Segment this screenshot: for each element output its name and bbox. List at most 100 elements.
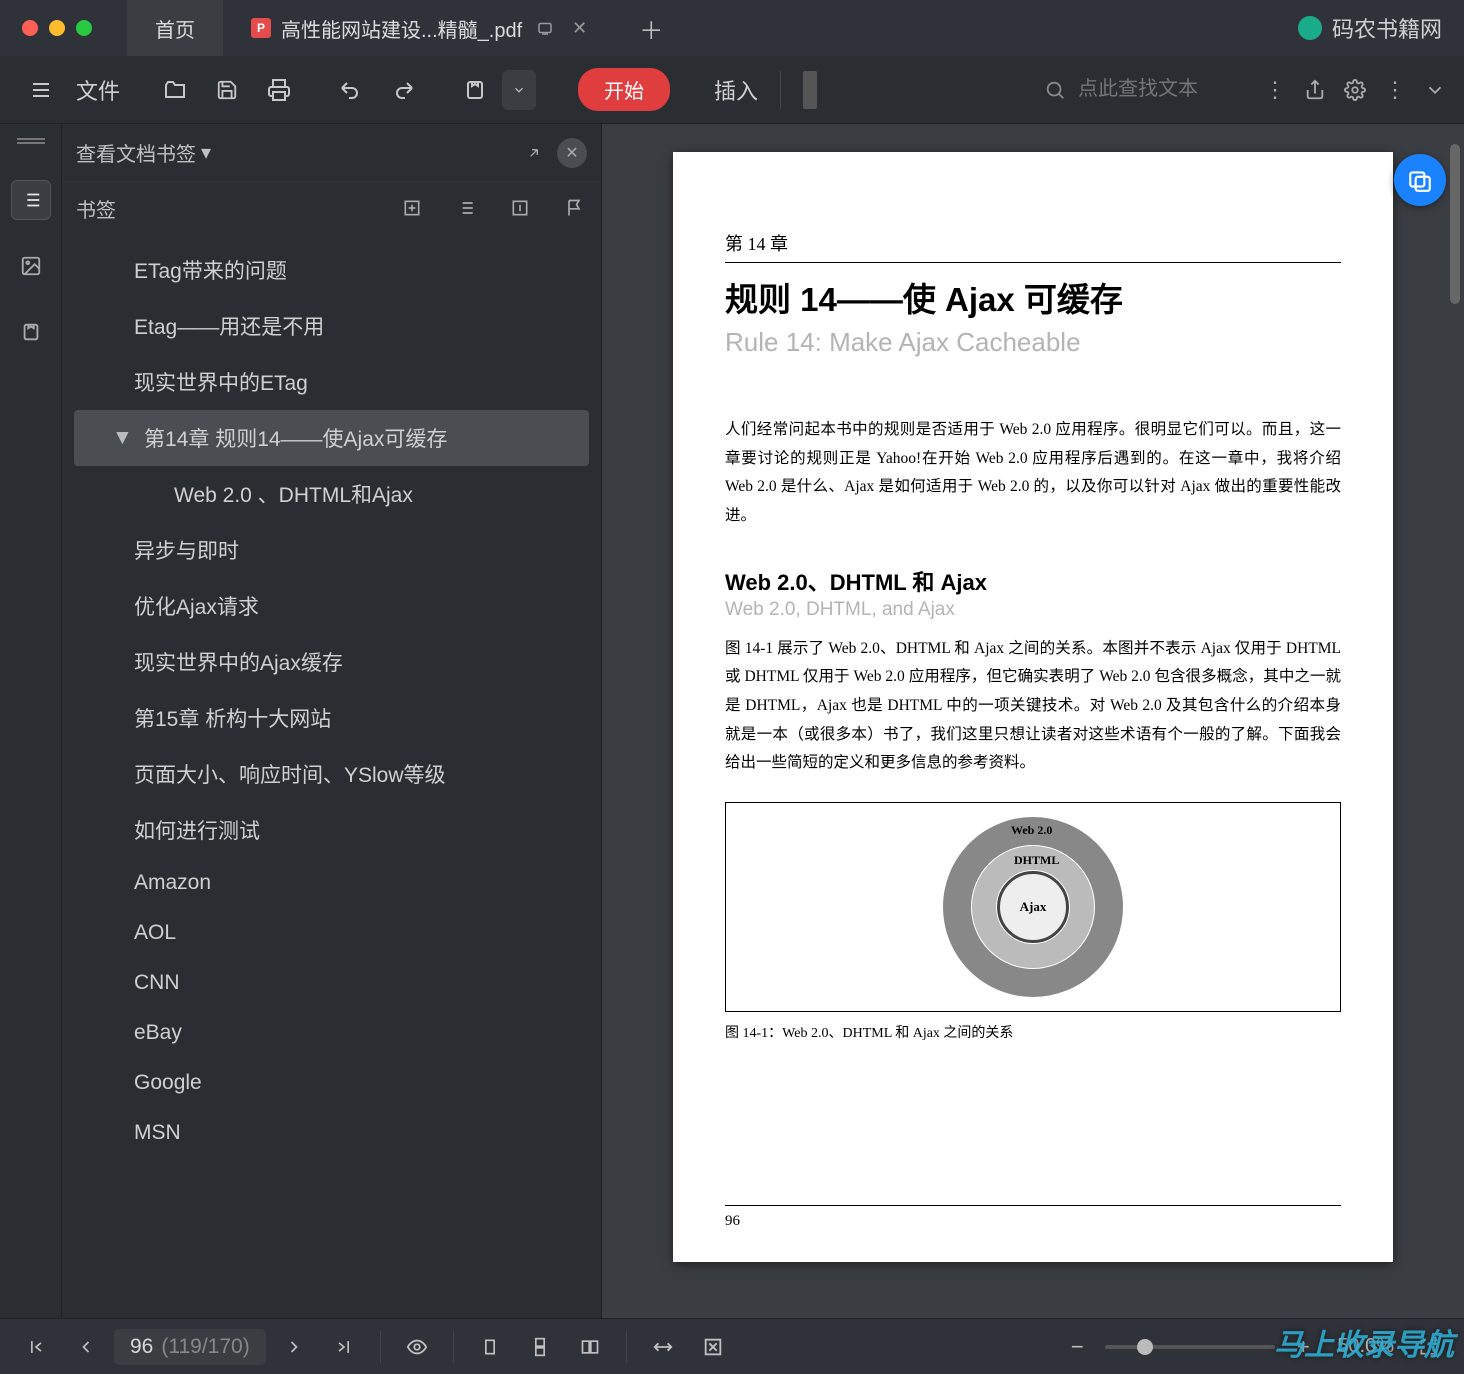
- bookmark-item[interactable]: 第15章 析构十大网站: [74, 690, 589, 746]
- vertical-scrollbar[interactable]: [1448, 124, 1462, 1318]
- panel-popout-button[interactable]: [519, 138, 549, 168]
- detach-tab-icon[interactable]: [536, 19, 554, 37]
- insert-menu[interactable]: 插入: [708, 74, 764, 106]
- chevron-down-icon: ▾: [201, 140, 211, 165]
- bookmark-panel: 查看文档书签 ▾ ✕ 书签 ETag带来的问题 Etag——用还是不用现实世界中的…: [62, 124, 602, 1318]
- zoom-label: 50.0%: [1337, 1335, 1394, 1358]
- start-button[interactable]: 开始: [578, 68, 670, 111]
- redo-button[interactable]: [380, 67, 426, 113]
- status-right: − + 50.0%: [1055, 1327, 1450, 1367]
- bookmark-item[interactable]: eBay: [74, 1008, 589, 1058]
- bookmark-label: ETag带来的问题: [134, 255, 287, 285]
- scrollbar-thumb[interactable]: [1450, 144, 1460, 304]
- minimize-window-button[interactable]: [49, 20, 65, 36]
- bookmark-item[interactable]: MSN: [74, 1108, 589, 1158]
- bookmark-label: AOL: [134, 921, 176, 945]
- bookmark-item[interactable]: 现实世界中的Ajax缓存: [74, 634, 589, 690]
- settings-icon[interactable]: [1344, 79, 1366, 101]
- last-page-button[interactable]: [322, 1327, 366, 1367]
- bookmark-item[interactable]: Amazon: [74, 858, 589, 908]
- bookmark-item[interactable]: AOL: [74, 908, 589, 958]
- search-icon[interactable]: [1044, 79, 1066, 101]
- brand[interactable]: 码农书籍网: [1298, 12, 1442, 44]
- maximize-window-button[interactable]: [76, 20, 92, 36]
- layout-single-button[interactable]: [468, 1327, 512, 1367]
- panel-close-button[interactable]: ✕: [557, 138, 587, 168]
- bookmark-item[interactable]: ETag带来的问题: [74, 242, 589, 298]
- save-button[interactable]: [204, 67, 250, 113]
- bookmark-item[interactable]: 优化Ajax请求: [74, 578, 589, 634]
- bookmark-item[interactable]: 异步与即时: [74, 522, 589, 578]
- bookmark-add-icon[interactable]: [399, 195, 425, 221]
- document-view[interactable]: 第 14 章 规则 14——使 Ajax 可缓存 Rule 14: Make A…: [602, 124, 1464, 1318]
- bookmark-expand-icon[interactable]: [453, 195, 479, 221]
- zoom-slider-knob[interactable]: [1137, 1339, 1153, 1355]
- tab-document-label: 高性能网站建设...精髓_.pdf: [281, 14, 522, 43]
- tab-document[interactable]: P 高性能网站建设...精髓_.pdf ✕: [223, 0, 615, 56]
- titlebar: 首页 P 高性能网站建设...精髓_.pdf ✕ ＋ 码农书籍网: [0, 0, 1464, 56]
- fit-page-button[interactable]: [691, 1327, 735, 1367]
- bookmark-item[interactable]: CNN: [74, 958, 589, 1008]
- bookmark-list[interactable]: ETag带来的问题 Etag——用还是不用现实世界中的ETag▼第14章 规则14…: [62, 234, 601, 1318]
- bookmark-item[interactable]: ▼第14章 规则14——使Ajax可缓存: [74, 410, 589, 466]
- bookmark-label: 第15章 析构十大网站: [134, 703, 331, 733]
- read-mode-button[interactable]: [395, 1327, 439, 1367]
- toolbar: 文件 开始 插入 ⋮ ⋮: [0, 56, 1464, 124]
- page-input[interactable]: 96 (119/170): [114, 1329, 266, 1365]
- layout-continuous-button[interactable]: [518, 1327, 562, 1367]
- search-area: [1044, 78, 1238, 101]
- bookmark-label: 如何进行测试: [134, 815, 260, 845]
- share-icon[interactable]: [1304, 79, 1326, 101]
- bookmark-item[interactable]: Google: [74, 1058, 589, 1108]
- bookmark-item[interactable]: 现实世界中的ETag: [74, 354, 589, 410]
- zoom-in-button[interactable]: +: [1281, 1327, 1325, 1367]
- main: 查看文档书签 ▾ ✕ 书签 ETag带来的问题 Etag——用还是不用现实世界中的…: [0, 124, 1464, 1318]
- bookmark-item[interactable]: 如何进行测试: [74, 802, 589, 858]
- collapse-toolbar-icon[interactable]: [1424, 79, 1446, 101]
- search-input[interactable]: [1078, 78, 1238, 101]
- more-icon[interactable]: ⋮: [1264, 77, 1286, 103]
- new-tab-button[interactable]: ＋: [615, 0, 687, 56]
- zoom-slider[interactable]: [1105, 1345, 1275, 1349]
- layout-facing-button[interactable]: [568, 1327, 612, 1367]
- panel-tab-bookmarks[interactable]: 书签: [76, 194, 116, 223]
- close-window-button[interactable]: [22, 20, 38, 36]
- page-indicator-icon[interactable]: [803, 71, 817, 109]
- tool-button[interactable]: [452, 67, 498, 113]
- file-menu[interactable]: 文件: [70, 74, 126, 106]
- brand-badge-icon: [1298, 16, 1322, 40]
- window-controls: [22, 20, 92, 36]
- rail-grip[interactable]: [17, 138, 45, 144]
- fit-width-button[interactable]: [641, 1327, 685, 1367]
- page-number: 96: [725, 1213, 740, 1230]
- next-page-button[interactable]: [272, 1327, 316, 1367]
- tool-dropdown[interactable]: [502, 70, 536, 110]
- page-total: (119/170): [161, 1335, 249, 1359]
- undo-button[interactable]: [328, 67, 374, 113]
- close-tab-button[interactable]: ✕: [572, 18, 587, 39]
- prev-page-button[interactable]: [64, 1327, 108, 1367]
- menu-button[interactable]: [18, 67, 64, 113]
- bookmark-label: 页面大小、响应时间、YSlow等级: [134, 759, 446, 789]
- fullscreen-button[interactable]: [1406, 1327, 1450, 1367]
- bookmark-item[interactable]: 页面大小、响应时间、YSlow等级: [74, 746, 589, 802]
- rail-attachments[interactable]: [11, 312, 51, 352]
- panel-subheader: 书签: [62, 182, 601, 234]
- floating-action-button[interactable]: [1394, 154, 1446, 206]
- bookmark-flag-icon[interactable]: [561, 195, 587, 221]
- zoom-out-button[interactable]: −: [1055, 1327, 1099, 1367]
- first-page-button[interactable]: [14, 1327, 58, 1367]
- caret-down-icon[interactable]: ▼: [112, 426, 126, 450]
- toolbar-right: ⋮ ⋮: [1264, 77, 1446, 103]
- tab-home[interactable]: 首页: [127, 0, 223, 56]
- rail-thumbnails[interactable]: [11, 246, 51, 286]
- bookmark-item[interactable]: Web 2.0 、DHTML和Ajax: [74, 466, 589, 522]
- print-button[interactable]: [256, 67, 302, 113]
- panel-title-dropdown[interactable]: 查看文档书签 ▾: [76, 138, 211, 167]
- tab-strip: 首页 P 高性能网站建设...精髓_.pdf ✕ ＋: [127, 0, 687, 56]
- rail-outline[interactable]: [11, 180, 51, 220]
- bookmark-collapse-icon[interactable]: [507, 195, 533, 221]
- bookmark-item[interactable]: Etag——用还是不用: [74, 298, 589, 354]
- kebab-icon[interactable]: ⋮: [1384, 77, 1406, 103]
- open-button[interactable]: [152, 67, 198, 113]
